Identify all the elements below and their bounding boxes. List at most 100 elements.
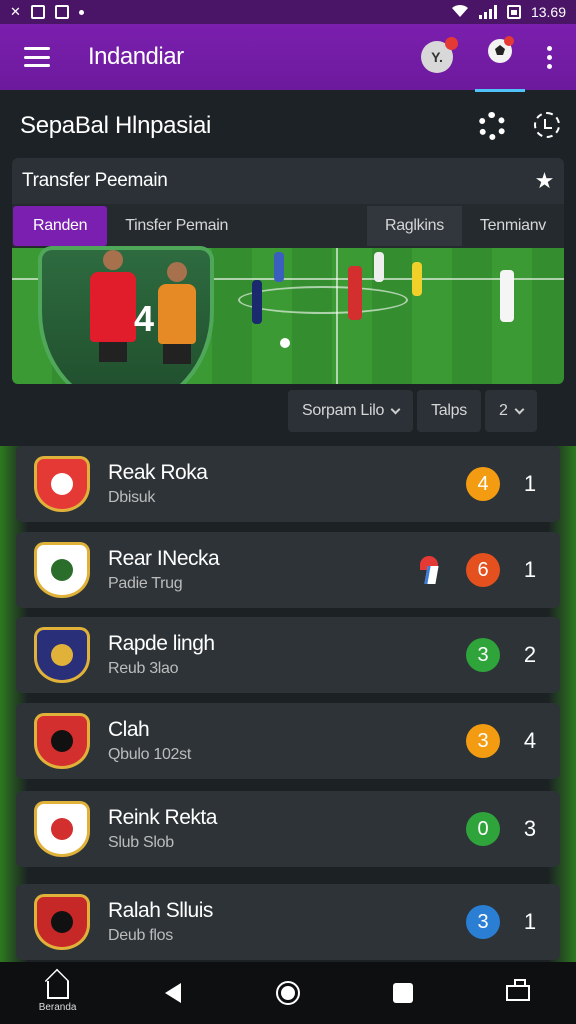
club-subtitle: Dbisuk (108, 489, 156, 506)
club-crest-icon (34, 456, 90, 512)
club-subtitle: Deub flos (108, 927, 173, 944)
transfer-card: Transfer Peemain ★ Randen Tinsfer Pemain… (12, 158, 564, 384)
dot-icon (78, 9, 84, 15)
score-badge: 4 (466, 467, 500, 501)
soccer-ball-icon (488, 35, 514, 63)
player-figure (500, 270, 514, 322)
club-row[interactable]: Reak Roka Dbisuk 4 1 (16, 446, 560, 522)
club-crest-icon (34, 627, 90, 683)
chevron-down-icon (514, 404, 524, 414)
player-figure (348, 266, 362, 320)
sort-dropdown-label: Sorpam Lilo (302, 402, 385, 419)
section-title: SepaBal Hlnpasiai (20, 112, 212, 139)
club-rank: 3 (523, 816, 537, 841)
score-badge: 6 (466, 553, 500, 587)
filter-row: Sorpam Lilo Talps 2 (288, 390, 537, 432)
sort-dropdown[interactable]: Sorpam Lilo (288, 390, 414, 432)
chevron-down-icon (390, 404, 401, 414)
page-dropdown-label: 2 (498, 402, 508, 419)
sync-icon[interactable] (534, 112, 560, 138)
home-button-icon (276, 981, 300, 1005)
club-row[interactable]: Clah Qbulo 102st 3 4 (16, 703, 560, 779)
club-row[interactable]: Reink Rekta Slub Slob 0 3 (16, 791, 560, 867)
page-dropdown[interactable]: 2 (484, 390, 537, 432)
club-rank: 4 (523, 728, 537, 753)
tray-icon (506, 979, 531, 1001)
club-row[interactable]: Ralah Slluis Deub flos 3 1 (16, 884, 560, 960)
club-crest-icon (34, 801, 90, 857)
tab-transfer-pemain[interactable]: Tinsfer Pemain (107, 206, 246, 246)
filter-talps[interactable]: Talps (417, 390, 481, 432)
app-bar: Indandiar Y. (0, 24, 576, 92)
club-subtitle: Qbulo 102st (108, 746, 191, 763)
section-header: SepaBal Hlnpasiai (20, 108, 560, 144)
app-actions: Y. (421, 35, 552, 92)
pitch-halfway-line (336, 248, 338, 384)
banner-image[interactable]: 4 (12, 246, 564, 384)
jersey-number: 4 (134, 298, 155, 339)
club-name: Rear INecka (108, 547, 220, 570)
battery-icon (506, 5, 521, 19)
club-row[interactable]: Rapde lingh Reub 3lao 3 2 (16, 617, 560, 693)
tab-teammates[interactable]: Tenmianv (462, 206, 564, 246)
club-subtitle: Padie Trug (108, 575, 183, 592)
nav-recents[interactable] (346, 983, 461, 1003)
home-icon (46, 981, 69, 999)
tab-row: Randen Tinsfer Pemain Raglkins Tenmianv (12, 204, 564, 248)
more-vert-icon[interactable] (547, 45, 552, 69)
recents-icon (393, 983, 414, 1003)
transfer-card-title: Transfer Peemain (22, 170, 168, 191)
filter-talps-label: Talps (431, 402, 467, 419)
player-image (158, 262, 196, 364)
pitch-center-circle (238, 286, 408, 314)
club-subtitle: Slub Slob (108, 834, 174, 851)
tab-rankings[interactable]: Raglkins (366, 206, 462, 246)
club-rank: 2 (523, 642, 537, 667)
image-icon (54, 5, 69, 19)
club-name: Reak Roka (108, 461, 208, 484)
status-time: 13.69 (530, 4, 566, 20)
club-crest-icon (34, 542, 90, 598)
back-icon (164, 983, 181, 1003)
flag-icon (420, 556, 438, 584)
status-bar: ✕ 13.69 (0, 0, 576, 24)
tab-randen[interactable]: Randen (13, 206, 108, 246)
club-name: Clah (108, 718, 150, 741)
club-subtitle: Reub 3lao (108, 660, 179, 677)
signal-icon (478, 5, 497, 19)
player-figure (252, 280, 262, 324)
soccer-ball-tab[interactable] (475, 35, 525, 92)
notification-icon: ✕ (10, 4, 21, 19)
club-crest-icon (34, 894, 90, 950)
club-name: Ralah Slluis (108, 899, 213, 922)
section-actions (478, 112, 560, 140)
nav-home-label: Beranda (38, 1002, 77, 1013)
star-icon[interactable]: ★ (535, 168, 555, 194)
app-title: Indandiar (88, 43, 184, 70)
status-right: 13.69 (451, 4, 566, 21)
player-figure (274, 252, 284, 282)
menu-icon[interactable] (24, 47, 50, 67)
nav-home-button[interactable] (230, 981, 345, 1005)
nav-back[interactable] (115, 983, 230, 1003)
ball-image (280, 338, 290, 348)
profile-avatar-glyph: Y. (431, 49, 443, 65)
club-rank: 1 (523, 909, 537, 934)
club-row[interactable]: Rear INecka Padie Trug 6 1 (16, 532, 560, 608)
profile-icon[interactable]: Y. (421, 37, 458, 73)
player-figure (374, 252, 384, 282)
score-badge: 3 (466, 638, 500, 672)
club-name: Reink Rekta (108, 806, 217, 829)
wifi-icon (451, 4, 469, 21)
club-rank: 1 (523, 557, 537, 582)
nav-home[interactable]: Beranda (0, 973, 115, 1013)
player-figure (412, 262, 422, 296)
score-badge: 3 (466, 905, 500, 939)
club-crest-icon (34, 713, 90, 769)
bottom-nav: Beranda (0, 962, 576, 1024)
status-left: ✕ (10, 4, 84, 20)
notification-badge (445, 37, 458, 50)
player-image (90, 250, 136, 362)
settings-icon[interactable] (478, 112, 506, 140)
nav-tray[interactable] (461, 979, 576, 1001)
